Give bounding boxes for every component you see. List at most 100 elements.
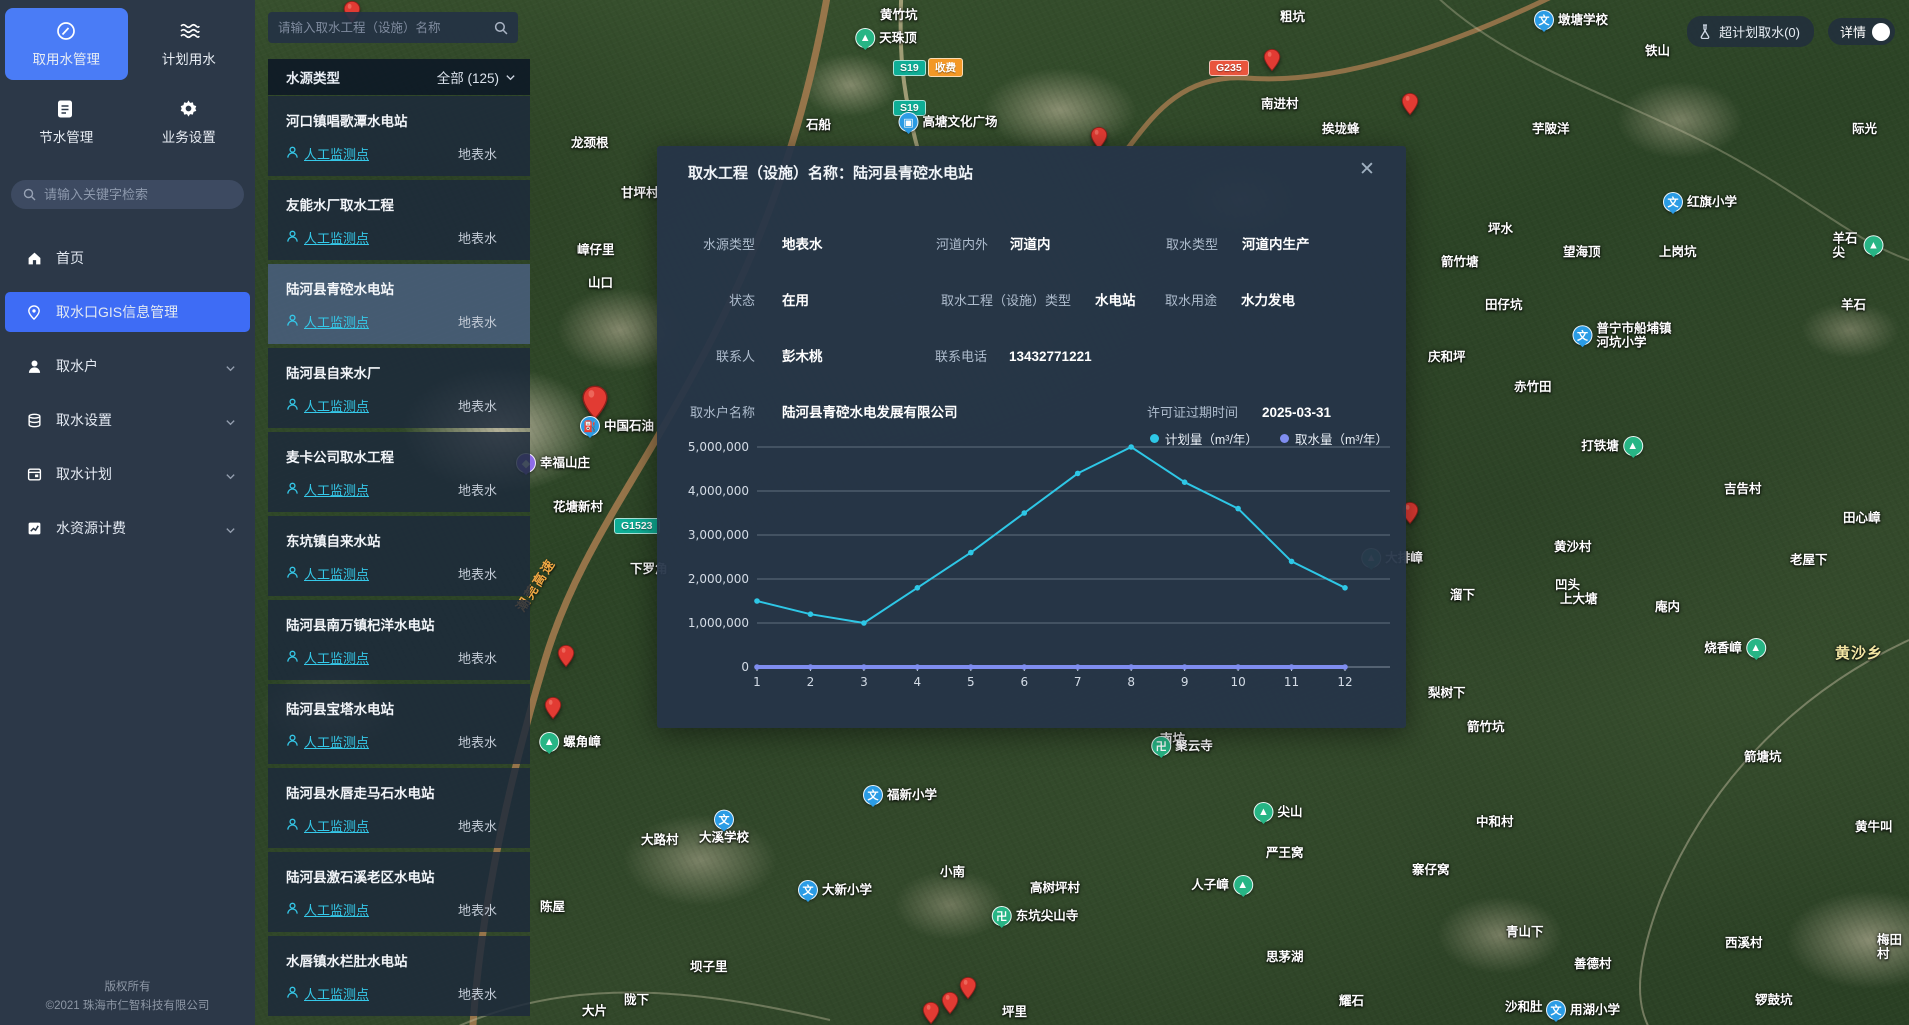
map-poi-marker[interactable]: 文大溪学校: [699, 810, 749, 845]
person-icon: [286, 650, 299, 666]
intake-point-pin[interactable]: [545, 696, 562, 720]
person-icon: [286, 902, 299, 918]
location-pin-icon: [27, 305, 42, 320]
monitor-label: 人工监测点: [304, 984, 369, 1003]
map-place-label: 石船: [806, 118, 831, 132]
road-badge: S19: [893, 60, 926, 76]
sidebar-item-3[interactable]: 取水户: [5, 346, 250, 386]
map-poi-marker[interactable]: 人子嶂▲: [1191, 875, 1253, 895]
sidebar-item-6[interactable]: 水资源计费: [5, 508, 250, 548]
app-tile-2[interactable]: 计划用水: [128, 8, 251, 80]
sidebar-search-input[interactable]: [44, 187, 214, 202]
intake-point-pin[interactable]: [942, 991, 959, 1015]
app-window: 黄竹坑石船龙颈根甘坪村嶂仔里山口花塘新村下罗角粗坑南进村挨垅蜂芋陂洋际光铁山坪水…: [0, 0, 1909, 1025]
map-poi-marker[interactable]: 羊石尖▲: [1833, 231, 1884, 260]
map-place-label: 箭竹坑: [1467, 720, 1505, 734]
svg-text:4: 4: [914, 675, 922, 689]
svg-text:4,000,000: 4,000,000: [688, 484, 749, 498]
map-poi-marker[interactable]: 打铁塘▲: [1581, 436, 1643, 456]
manual-monitor-link[interactable]: 人工监测点: [286, 312, 369, 331]
map-poi-marker[interactable]: 文大新小学: [798, 880, 872, 900]
facility-list-item[interactable]: 陆河县青硿水电站人工监测点地表水: [268, 264, 530, 344]
sidebar-item-label: 取水计划: [56, 464, 112, 484]
sidebar-search[interactable]: [11, 180, 244, 209]
sidebar: 取用水管理计划用水节水管理业务设置 首页取水口GIS信息管理取水户取水设置取水计…: [0, 0, 255, 1025]
field-label: 联系电话: [777, 347, 987, 367]
map-poi-marker[interactable]: ▲尖山: [1253, 802, 1302, 822]
facility-list-item[interactable]: 河口镇唱歌潭水电站人工监测点地表水: [268, 96, 530, 176]
app-tile-3[interactable]: 节水管理: [5, 86, 128, 158]
school-icon: 文: [714, 810, 734, 830]
manual-monitor-link[interactable]: 人工监测点: [286, 900, 369, 919]
sidebar-item-4[interactable]: 取水设置: [5, 400, 250, 440]
manual-monitor-link[interactable]: 人工监测点: [286, 480, 369, 499]
svg-text:0: 0: [741, 660, 749, 674]
facility-search[interactable]: [268, 12, 518, 43]
field-label: 水源类型: [545, 235, 755, 255]
map-poi-marker[interactable]: ▲螺角嶂: [539, 732, 601, 752]
manual-monitor-link[interactable]: 人工监测点: [286, 732, 369, 751]
facility-list-item[interactable]: 友能水厂取水工程人工监测点地表水: [268, 180, 530, 260]
legend-item[interactable]: 计划量（m³/年）: [1150, 429, 1258, 448]
map-poi-marker[interactable]: 文普宁市船埔镇 河坑小学: [1572, 321, 1671, 350]
app-tile-1[interactable]: 取用水管理: [5, 8, 128, 80]
map-poi-marker[interactable]: 文红旗小学: [1663, 192, 1737, 212]
facility-search-input[interactable]: [278, 21, 494, 35]
intake-point-pin[interactable]: [558, 644, 575, 668]
facility-list-item[interactable]: 陆河县宝塔水电站人工监测点地表水: [268, 684, 530, 764]
intake-point-pin[interactable]: [923, 1001, 940, 1025]
manual-monitor-link[interactable]: 人工监测点: [286, 816, 369, 835]
facility-list-item[interactable]: 东坑镇自来水站人工监测点地表水: [268, 516, 530, 596]
facility-list-item[interactable]: 陆河县激石溪老区水电站人工监测点地表水: [268, 852, 530, 932]
facility-name: 友能水厂取水工程: [286, 194, 530, 214]
manual-monitor-link[interactable]: 人工监测点: [286, 648, 369, 667]
poi-label: 幸福山庄: [540, 456, 590, 470]
intake-point-pin[interactable]: [960, 976, 977, 1000]
sidebar-item-label: 取水设置: [56, 410, 112, 430]
map-poi-marker[interactable]: 烧香嶂▲: [1704, 638, 1766, 658]
manual-monitor-link[interactable]: 人工监测点: [286, 396, 369, 415]
sidebar-item-1[interactable]: 首页: [5, 238, 250, 278]
detail-toggle[interactable]: 详情: [1828, 18, 1895, 45]
facility-list-item[interactable]: 陆河县水唇走马石水电站人工监测点地表水: [268, 768, 530, 848]
manual-monitor-link[interactable]: 人工监测点: [286, 228, 369, 247]
map-place-label: 庆和坪: [1428, 350, 1466, 364]
poi-label: 尖山: [1277, 805, 1302, 819]
facility-list-item[interactable]: 陆河县南万镇杞洋水电站人工监测点地表水: [268, 600, 530, 680]
map-poi-marker[interactable]: ▣高塘文化广场: [898, 112, 997, 132]
sidebar-item-2[interactable]: 取水口GIS信息管理: [5, 292, 250, 332]
manual-monitor-link[interactable]: 人工监测点: [286, 564, 369, 583]
map-poi-marker[interactable]: 卍聚云寺: [1151, 736, 1213, 756]
map-place-label: 芋陂洋: [1532, 122, 1570, 136]
sidebar-item-label: 水资源计费: [56, 518, 126, 538]
over-plan-label: 超计划取水(0): [1719, 22, 1800, 41]
manual-monitor-link[interactable]: 人工监测点: [286, 984, 369, 1003]
map-poi-marker[interactable]: 文福新小学: [863, 785, 937, 805]
facility-list-item[interactable]: 水唇镇水栏肚水电站人工监测点地表水: [268, 936, 530, 1016]
legend-item[interactable]: 取水量（m³/年）: [1280, 429, 1388, 448]
map-poi-marker[interactable]: 卍东坑尖山寺: [992, 906, 1079, 926]
facility-list-item[interactable]: 麦卡公司取水工程人工监测点地表水: [268, 432, 530, 512]
sidebar-item-5[interactable]: 取水计划: [5, 454, 250, 494]
search-icon[interactable]: [494, 21, 508, 35]
sidebar-item-label: 取水户: [56, 356, 98, 376]
filter-dropdown[interactable]: 全部 (125): [437, 67, 516, 87]
water-source-type: 地表水: [458, 312, 497, 331]
manual-monitor-link[interactable]: 人工监测点: [286, 144, 369, 163]
intake-point-pin[interactable]: [1402, 92, 1419, 116]
map-poi-marker[interactable]: 文墩塘学校: [1534, 10, 1608, 30]
plan-icon: [27, 467, 42, 482]
intake-point-pin[interactable]: [1264, 48, 1281, 72]
app-tile-4[interactable]: 业务设置: [128, 86, 251, 158]
poi-label: 普宁市船埔镇 河坑小学: [1596, 321, 1671, 350]
map-poi-marker[interactable]: 文用湖小学: [1546, 1000, 1620, 1020]
facility-list-item[interactable]: 陆河县自来水厂人工监测点地表水: [268, 348, 530, 428]
map-poi-marker[interactable]: ▲天珠顶: [855, 28, 917, 48]
field-label: 取水户名称: [545, 403, 755, 423]
over-plan-water-button[interactable]: 超计划取水(0): [1687, 16, 1814, 47]
chevron-down-icon: [225, 361, 236, 372]
svg-text:8: 8: [1127, 675, 1135, 689]
person-icon: [286, 566, 299, 582]
close-icon[interactable]: ✕: [1356, 158, 1378, 180]
map-place-label: 羊石: [1841, 298, 1866, 312]
